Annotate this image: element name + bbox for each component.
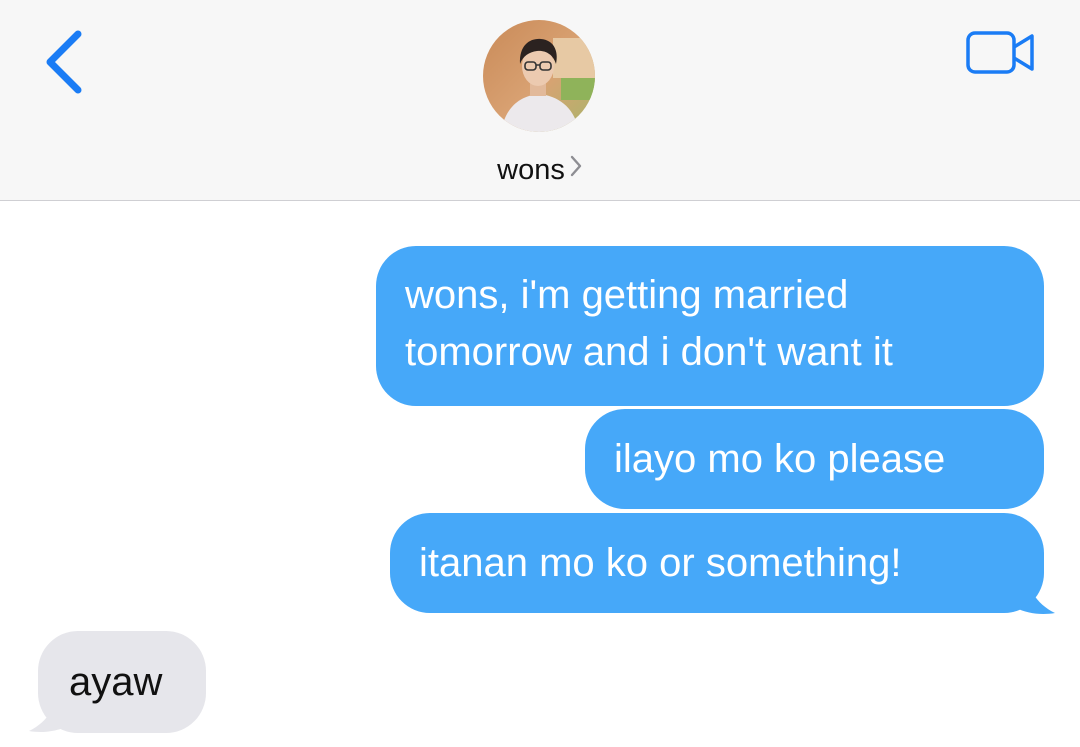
- incoming-message-bubble[interactable]: ayaw: [38, 631, 206, 733]
- contact-name: wons: [497, 154, 565, 186]
- message-text: itanan mo ko or something!: [419, 541, 902, 585]
- message-text: ayaw: [69, 660, 163, 704]
- video-camera-icon: [966, 31, 1034, 74]
- contact-info: wons: [0, 0, 1080, 200]
- avatar-photo: [483, 20, 595, 132]
- video-call-button[interactable]: [962, 28, 1042, 78]
- message-text: ilayo mo ko please: [614, 437, 946, 481]
- avatar[interactable]: [483, 20, 595, 132]
- messages-screen: wons wons, i'm getting married tomorrow …: [0, 0, 1080, 747]
- chevron-right-icon: [569, 151, 583, 187]
- outgoing-message-bubble[interactable]: ilayo mo ko please: [585, 409, 1044, 509]
- message-text-line: wons, i'm getting married: [405, 273, 849, 317]
- message-text-line: tomorrow and i don't want it: [405, 330, 893, 374]
- contact-name-button[interactable]: wons: [0, 152, 1080, 188]
- outgoing-message-bubble[interactable]: wons, i'm getting married tomorrow and i…: [376, 246, 1044, 406]
- outgoing-message-bubble[interactable]: itanan mo ko or something!: [390, 513, 1044, 613]
- conversation-header: wons: [0, 0, 1080, 201]
